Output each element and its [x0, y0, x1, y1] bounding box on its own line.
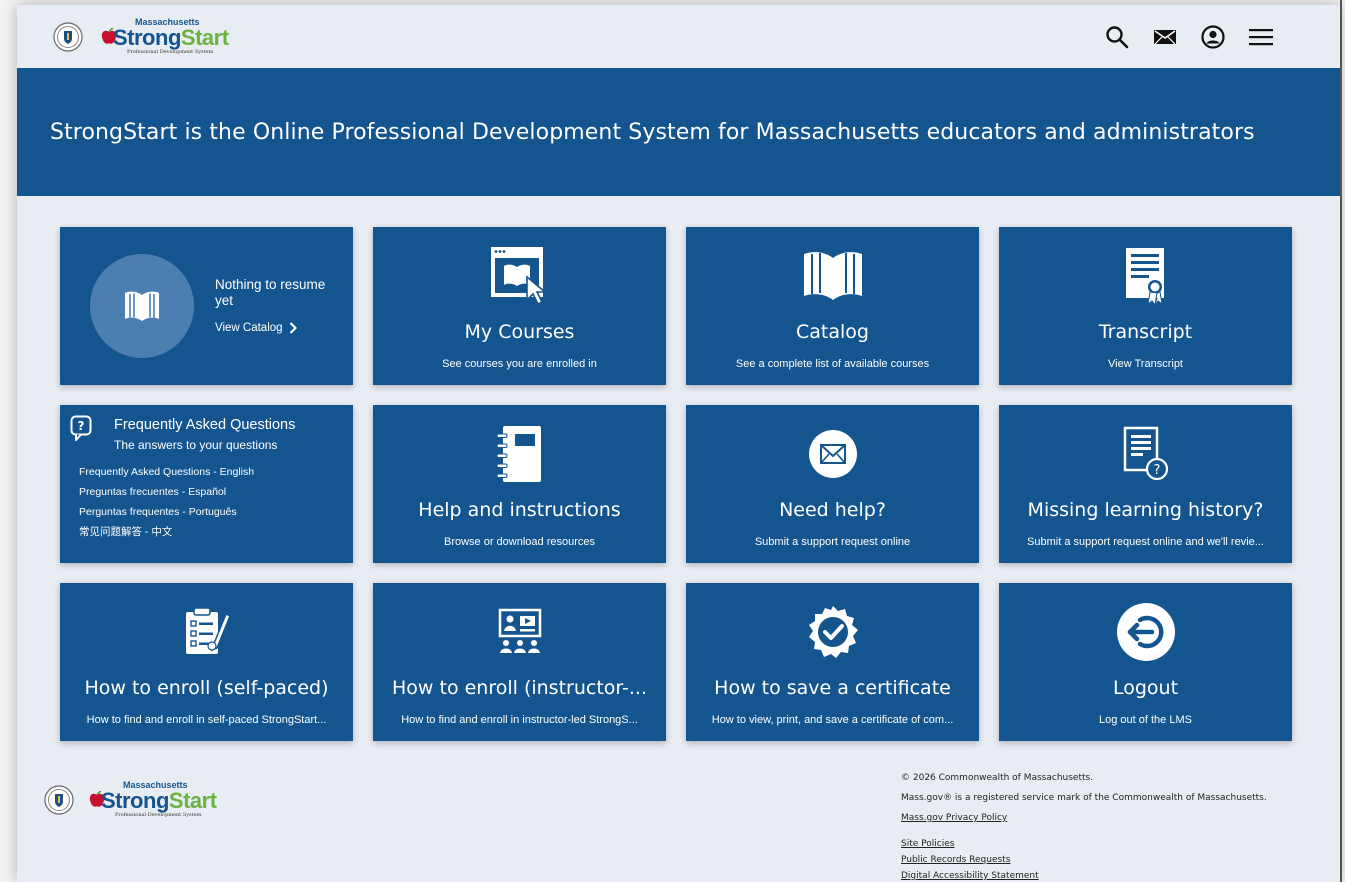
svg-text:?: ? [78, 419, 85, 433]
document-question-icon: ? [1123, 426, 1168, 481]
tile-subtitle: See a complete list of available courses [735, 358, 930, 370]
resume-text: Nothing to resume yet [215, 277, 326, 308]
header-icons [1093, 23, 1285, 51]
save-certificate-tile[interactable]: How to save a certificate How to view, p… [686, 583, 979, 741]
account-icon [1201, 25, 1225, 49]
tile-title: Missing learning history? [1027, 499, 1264, 521]
tile-title: How to save a certificate [714, 677, 951, 699]
tile-subtitle: Submit a support request online and we'l… [1027, 536, 1264, 548]
missing-history-tile[interactable]: ? Missing learning history? Submit a sup… [999, 405, 1292, 563]
accessibility-statement-link[interactable]: Digital Accessibility Statement [901, 868, 1267, 882]
faq-link-spanish[interactable]: Preguntas frecuentes - Español [79, 482, 254, 502]
logout-tile[interactable]: Logout Log out of the LMS [999, 583, 1292, 741]
notebook-icon [496, 426, 541, 482]
hero-title: StrongStart is the Online Professional D… [50, 119, 1255, 145]
course-screen-icon [490, 247, 547, 306]
classroom-presentation-icon [498, 608, 541, 653]
tile-subtitle: How to find and enroll in instructor-led… [401, 714, 638, 726]
tile-subtitle: Log out of the LMS [1099, 714, 1192, 726]
privacy-policy-link[interactable]: Mass.gov Privacy Policy [901, 808, 1267, 828]
tile-title: Need help? [779, 499, 886, 521]
logout-icon [1116, 603, 1175, 661]
tile-subtitle: Browse or download resources [443, 536, 596, 548]
chevron-right-icon [289, 322, 297, 334]
my-courses-tile[interactable]: My Courses See courses you are enrolled … [373, 227, 666, 385]
tile-subtitle: View Transcript [1108, 358, 1183, 370]
footer-strongstart-logo[interactable]: Massachusetts StrongStart Professional D… [89, 780, 239, 820]
footer-copyright: © 2026 Commonwealth of Massachusetts. [901, 773, 1094, 783]
need-help-tile[interactable]: Need help? Submit a support request onli… [686, 405, 979, 563]
window-right-edge [1340, 0, 1342, 882]
help-instructions-tile[interactable]: Help and instructions Browse or download… [373, 405, 666, 563]
tile-subtitle: How to find and enroll in self-paced Str… [86, 714, 327, 726]
state-seal-icon [53, 22, 83, 52]
faq-link-chinese[interactable]: 常见问题解答 - 中文 [79, 522, 254, 542]
brand-tagline: Professional Development System [127, 49, 214, 55]
view-catalog-link[interactable]: View Catalog [215, 322, 297, 334]
resume-tile[interactable]: Nothing to resume yet View Catalog [60, 227, 353, 385]
faq-link-english[interactable]: Frequently Asked Questions - English [79, 462, 254, 482]
account-button[interactable] [1189, 23, 1237, 51]
brand-name: StrongStart [113, 25, 229, 50]
search-icon [1106, 26, 1129, 49]
site-policies-link[interactable]: Site Policies [901, 836, 1267, 852]
tile-title: Help and instructions [418, 499, 621, 521]
faq-subtitle: The answers to your questions [114, 438, 278, 452]
svg-text:?: ? [1153, 463, 1160, 478]
public-records-link[interactable]: Public Records Requests [901, 852, 1267, 868]
messages-button[interactable] [1141, 23, 1189, 51]
enroll-instructor-led-tile[interactable]: How to enroll (instructor-... How to fin… [373, 583, 666, 741]
tile-subtitle: Submit a support request online [754, 536, 911, 548]
faq-links: Frequently Asked Questions - English Pre… [79, 462, 254, 542]
menu-icon [1249, 29, 1273, 46]
question-bubble-icon: ? [70, 415, 92, 441]
faq-tile: ? Frequently Asked Questions The answers… [60, 405, 353, 563]
clipboard-checklist-icon [185, 607, 231, 654]
tile-title: How to enroll (instructor-... [392, 677, 647, 699]
badge-check-icon [808, 606, 858, 658]
brand-tagline: Professional Development System [115, 812, 202, 818]
footer-state-seal-icon [44, 785, 74, 815]
tile-title: Transcript [1098, 321, 1193, 343]
brand-name: StrongStart [101, 788, 217, 813]
tile-subtitle: How to view, print, and save a certifica… [711, 714, 954, 726]
envelope-circle-icon [808, 430, 857, 478]
faq-link-portuguese[interactable]: Perguntas frequentes - Português [79, 502, 254, 522]
tile-subtitle: See courses you are enrolled in [442, 358, 597, 370]
book-icon [125, 291, 159, 321]
hero-banner: StrongStart is the Online Professional D… [17, 68, 1340, 196]
footer-trademark: Mass.gov® is a registered service mark o… [901, 793, 1267, 803]
tile-title: Catalog [796, 321, 869, 343]
transcript-tile[interactable]: Transcript View Transcript [999, 227, 1292, 385]
tile-title: My Courses [464, 321, 575, 343]
top-bar: Massachusetts StrongStart Professional D… [17, 5, 1340, 68]
certificate-document-icon [1125, 248, 1164, 306]
resume-circle [90, 254, 194, 358]
menu-button[interactable] [1237, 23, 1285, 51]
tile-grid: Nothing to resume yet View Catalog My Co… [60, 227, 1292, 741]
faq-title: Frequently Asked Questions [114, 417, 296, 433]
enroll-self-paced-tile[interactable]: How to enroll (self-paced) How to find a… [60, 583, 353, 741]
tile-title: How to enroll (self-paced) [84, 677, 329, 699]
footer-legal: © 2026 Commonwealth of Massachusetts. Ma… [901, 768, 1267, 882]
open-book-icon [803, 252, 862, 300]
strongstart-logo[interactable]: Massachusetts StrongStart Professional D… [101, 17, 251, 57]
tile-title: Logout [1112, 677, 1179, 699]
search-button[interactable] [1093, 23, 1141, 51]
catalog-tile[interactable]: Catalog See a complete list of available… [686, 227, 979, 385]
mail-icon [1154, 30, 1176, 45]
